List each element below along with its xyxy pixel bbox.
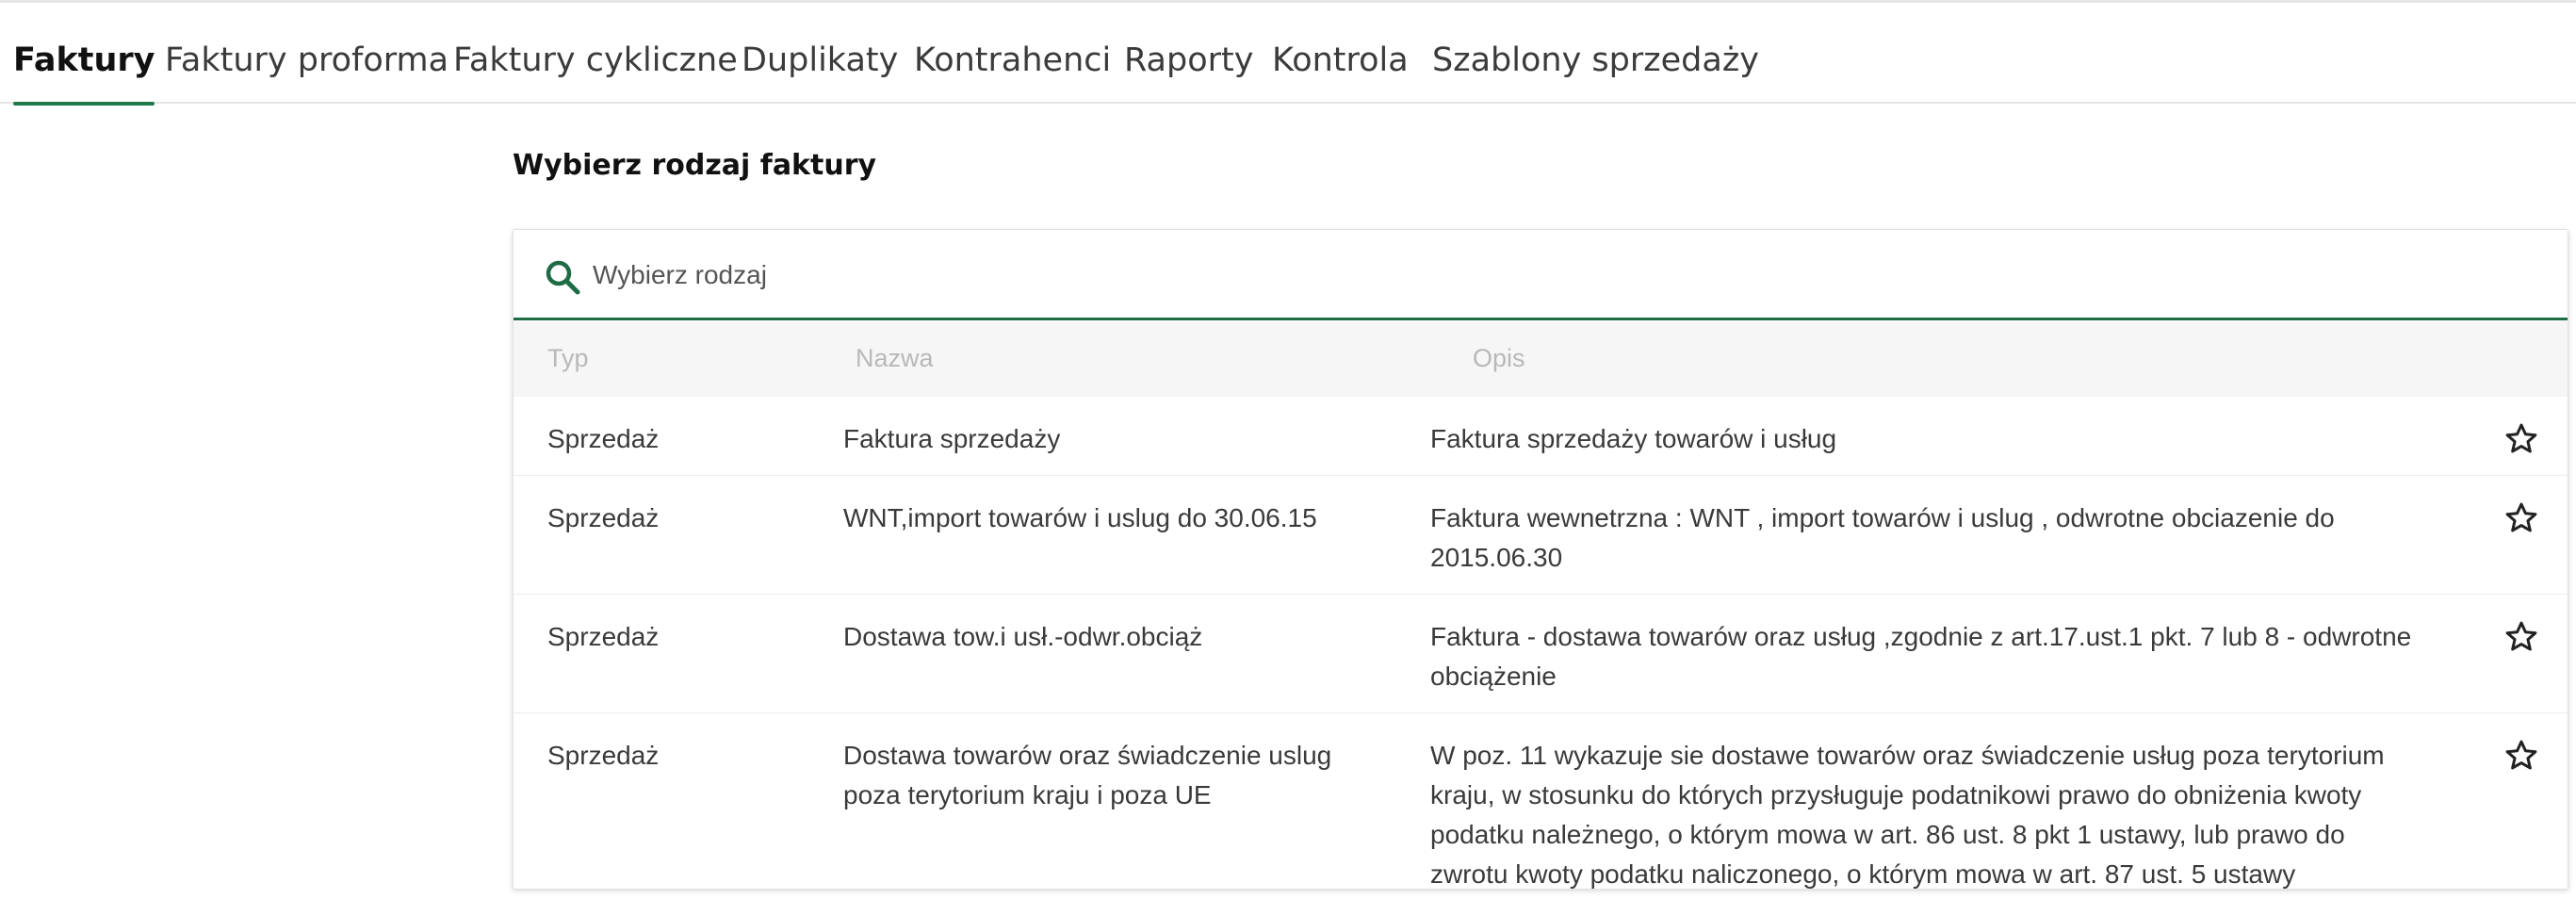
table-row[interactable]: Sprzedaż Dostawa towarów oraz świadczeni… xyxy=(514,713,2568,889)
table-row[interactable]: Sprzedaż Dostawa tow.i usł.-odwr.obciąż … xyxy=(514,595,2568,713)
cell-opis: Faktura sprzedaży towarów i usług xyxy=(1430,424,1837,453)
cell-nazwa: Dostawa tow.i usł.-odwr.obciąż xyxy=(843,622,1203,651)
table-row[interactable]: Sprzedaż Faktura sprzedaży Faktura sprze… xyxy=(514,397,2568,476)
tab-szablony-sprzedazy[interactable]: Szablony sprzedaży xyxy=(1432,36,1759,104)
column-header-opis[interactable]: Opis xyxy=(1473,344,1525,373)
cell-opis: Faktura - dostawa towarów oraz usług ,zg… xyxy=(1430,622,2412,691)
cell-opis: W poz. 11 wykazuje sie dostawe towarów o… xyxy=(1430,741,2385,889)
star-icon[interactable] xyxy=(2503,421,2539,457)
cell-opis: Faktura wewnetrzna : WNT , import towaró… xyxy=(1430,503,2335,572)
column-header-nazwa[interactable]: Nazwa xyxy=(856,344,934,373)
search-input[interactable] xyxy=(593,251,2383,300)
search-icon xyxy=(546,260,580,295)
page-title: Wybierz rodzaj faktury xyxy=(513,149,877,182)
table-row[interactable]: Sprzedaż WNT,import towarów i uslug do 3… xyxy=(514,476,2568,595)
tab-raporty[interactable]: Raporty xyxy=(1124,36,1253,104)
tab-faktury[interactable]: Faktury xyxy=(13,36,155,106)
star-icon[interactable] xyxy=(2503,738,2539,774)
tab-kontrola[interactable]: Kontrola xyxy=(1272,36,1409,104)
tab-duplikaty[interactable]: Duplikaty xyxy=(742,36,898,104)
main-tabs: Faktury Faktury proforma Faktury cyklicz… xyxy=(0,0,2576,106)
star-icon[interactable] xyxy=(2503,500,2539,536)
cell-nazwa: Faktura sprzedaży xyxy=(843,424,1061,453)
cell-typ: Sprzedaż xyxy=(547,424,660,453)
invoice-type-picker: Typ Nazwa Opis Sprzedaż Faktura sprzedaż… xyxy=(513,229,2568,889)
cell-typ: Sprzedaż xyxy=(547,503,660,532)
star-icon[interactable] xyxy=(2503,619,2539,655)
cell-typ: Sprzedaż xyxy=(547,622,660,651)
table-header: Typ Nazwa Opis xyxy=(514,321,2568,397)
tab-faktury-proforma[interactable]: Faktury proforma xyxy=(165,36,448,104)
cell-typ: Sprzedaż xyxy=(547,741,660,770)
cell-nazwa: WNT,import towarów i uslug do 30.06.15 xyxy=(843,503,1317,532)
cell-nazwa: Dostawa towarów oraz świadczenie uslug p… xyxy=(843,741,1332,809)
search-box xyxy=(514,230,2568,320)
tab-kontrahenci[interactable]: Kontrahenci xyxy=(914,36,1111,104)
tab-faktury-cykliczne[interactable]: Faktury cykliczne xyxy=(453,36,738,104)
column-header-typ[interactable]: Typ xyxy=(547,344,589,373)
